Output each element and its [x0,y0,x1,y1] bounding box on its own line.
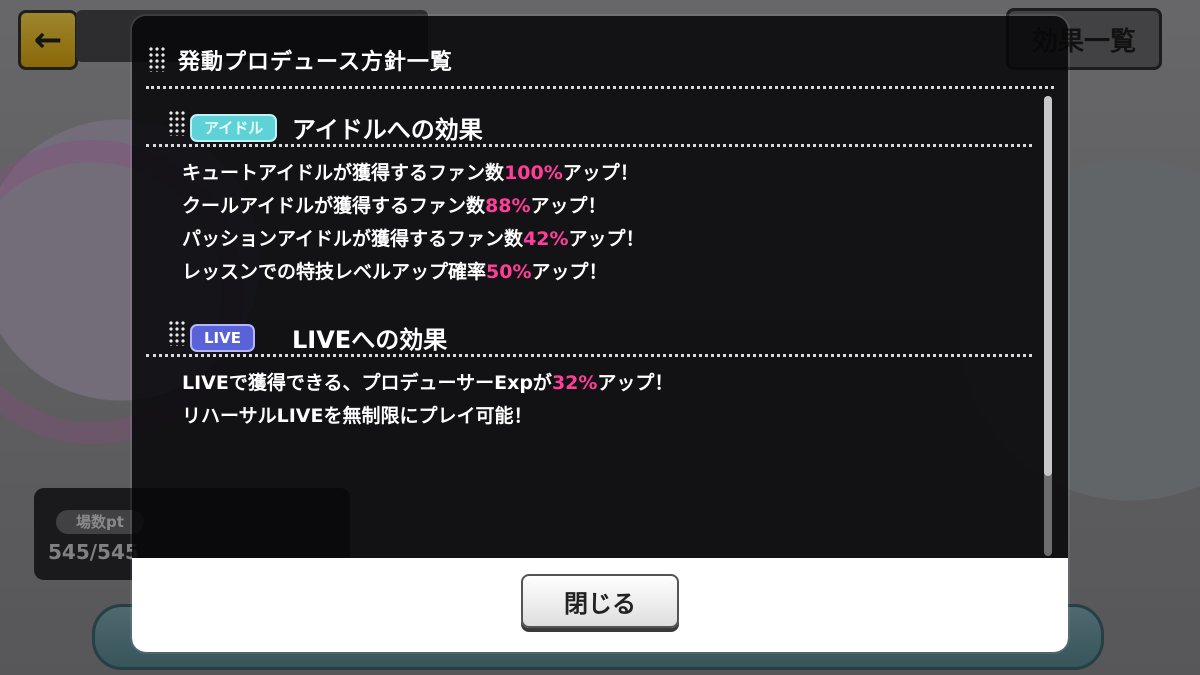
grip-icon [168,110,186,136]
effect-value: 32% [551,372,598,394]
section-title: アイドルへの効果 [292,116,483,144]
live-tag-badge: LIVE [190,324,255,352]
section-header: LIVE LIVEへの効果 [146,312,1032,357]
scrollbar-thumb[interactable] [1044,96,1052,476]
effects-scroll-area[interactable]: アイドル アイドルへの効果 キュートアイドルが獲得するファン数100%アップ！ … [146,96,1032,566]
effect-list: LIVEで獲得できる、プロデューサーExpが32%アップ！ リハーサルLIVEを… [146,357,1032,433]
effect-line: キュートアイドルが獲得するファン数100%アップ！ [182,162,639,184]
scrollbar[interactable] [1044,96,1052,556]
effect-value: 50% [486,261,532,283]
close-button[interactable]: 閉じる [521,574,679,628]
effect-line: LIVEで獲得できる、プロデューサーExpが32%アップ！ [182,372,674,394]
live-effects-section: LIVE LIVEへの効果 LIVEで獲得できる、プロデューサーExpが32%ア… [146,312,1032,433]
modal-title: 発動プロデュース方針一覧 [178,50,453,75]
effect-value: 88% [485,195,531,217]
section-title: LIVEへの効果 [292,326,448,354]
grip-icon [168,320,186,346]
idol-tag-badge: アイドル [190,114,278,142]
idol-effects-section: アイドル アイドルへの効果 キュートアイドルが獲得するファン数100%アップ！ … [146,102,1032,289]
modal-header: 発動プロデュース方針一覧 [146,30,1054,89]
effect-line: クールアイドルが獲得するファン数88%アップ！ [182,195,607,217]
effect-line: パッションアイドルが獲得するファン数42%アップ！ [182,228,645,250]
effect-list: キュートアイドルが獲得するファン数100%アップ！ クールアイドルが獲得するファ… [146,147,1032,289]
modal-footer: 閉じる [132,558,1068,652]
effect-value: 100% [504,162,563,184]
grip-icon [148,46,166,72]
effect-value: 42% [523,228,569,250]
effect-line: リハーサルLIVEを無制限にプレイ可能！ [182,405,533,427]
section-header: アイドル アイドルへの効果 [146,102,1032,147]
policy-list-modal: 発動プロデュース方針一覧 アイドル アイドルへの効果 キュートアイドルが獲得する… [132,16,1068,652]
effect-line: レッスンでの特技レベルアップ確率50%アップ！ [182,261,608,283]
